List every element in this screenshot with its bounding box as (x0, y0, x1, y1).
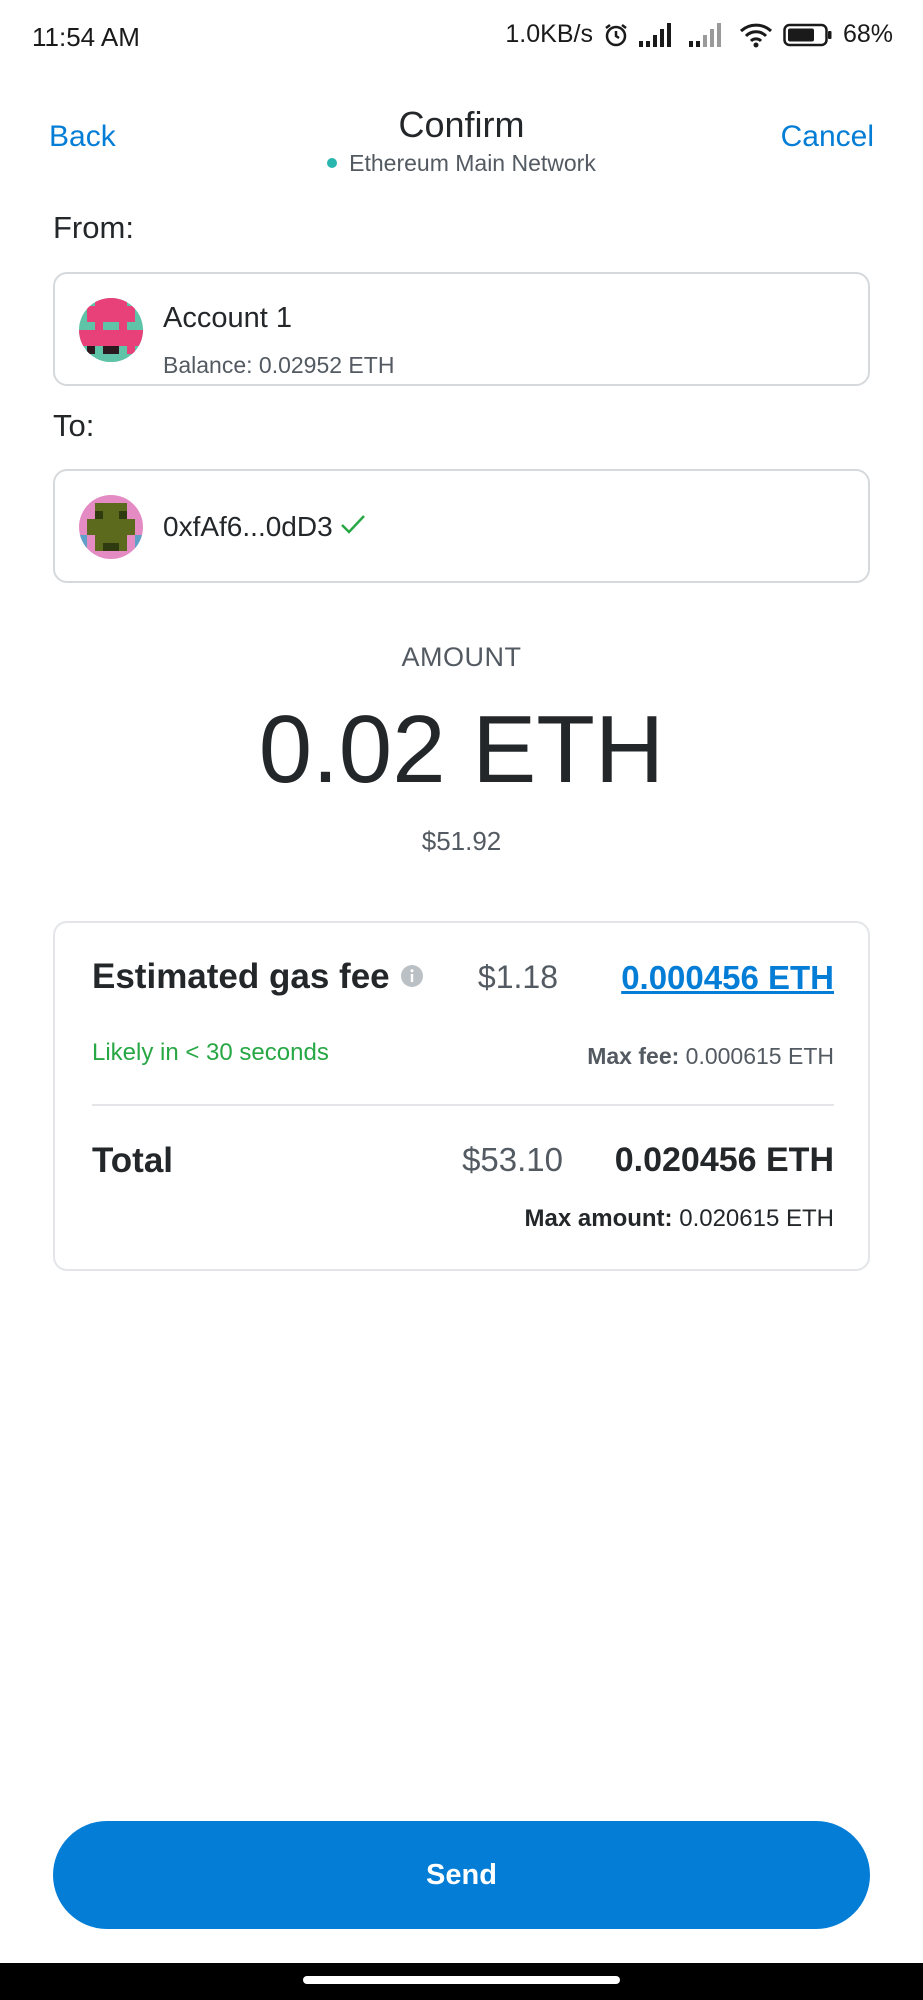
to-address-row: 0xfAf6...0dD3 (163, 511, 367, 543)
amount-fiat: $51.92 (421, 826, 502, 856)
max-fee-label: Max fee: (587, 1043, 680, 1069)
system-navigation-bar (0, 1963, 923, 2000)
network-speed: 1.0KB/s (505, 20, 593, 48)
checkmark-icon (339, 511, 367, 543)
max-amount-value: 0.020615 ETH (679, 1205, 834, 1232)
amount-label: AMOUNT (401, 642, 522, 672)
from-account-card[interactable]: Account 1 Balance: 0.02952 ETH (53, 272, 870, 386)
fee-summary-card: Estimated gas fee $1.18 0.000456 ETH Lik… (53, 921, 870, 1271)
gas-fee-title: Estimated gas fee (92, 957, 390, 996)
signal-strength-secondary-icon (688, 22, 729, 47)
home-gesture-handle[interactable] (303, 1976, 620, 1984)
gas-fee-eth-link[interactable]: 0.000456 ETH (621, 959, 834, 997)
battery-icon (783, 22, 833, 48)
amount-value: 0.02 ETH (258, 696, 665, 803)
send-button[interactable]: Send (53, 1821, 870, 1929)
from-account-name: Account 1 (163, 302, 292, 334)
network-indicator: Ethereum Main Network (0, 150, 923, 177)
divider (92, 1104, 834, 1106)
from-label: From: (53, 210, 134, 245)
estimated-gas-fee-label: Estimated gas fee (92, 957, 424, 997)
status-icons: 1.0KB/s 68% (505, 20, 893, 49)
status-bar: 11:54 AM 1.0KB/s 68% (0, 0, 923, 78)
fee-timing-estimate: Likely in < 30 seconds (92, 1039, 329, 1066)
max-fee-value: 0.000615 ETH (685, 1043, 834, 1069)
max-amount: Max amount: 0.020615 ETH (525, 1205, 834, 1233)
to-account-card[interactable]: 0xfAf6...0dD3 (53, 469, 870, 583)
signal-strength-icon (638, 22, 679, 47)
max-fee: Max fee: 0.000615 ETH (587, 1043, 834, 1070)
from-account-balance: Balance: 0.02952 ETH (163, 352, 395, 378)
total-label: Total (92, 1141, 174, 1180)
to-account-avatar (79, 495, 143, 559)
to-label: To: (53, 408, 95, 443)
wifi-icon (739, 22, 773, 48)
network-status-dot (327, 157, 338, 168)
battery-percent: 68% (842, 20, 893, 48)
max-amount-label: Max amount: (524, 1205, 673, 1232)
total-fiat: $53.10 (462, 1141, 563, 1178)
alarm-icon (603, 22, 629, 48)
info-icon[interactable] (400, 957, 424, 997)
network-name: Ethereum Main Network (349, 150, 596, 176)
to-address: 0xfAf6...0dD3 (163, 511, 333, 542)
cancel-button[interactable]: Cancel (781, 120, 874, 154)
from-account-avatar (79, 298, 143, 362)
total-eth: 0.020456 ETH (614, 1141, 834, 1179)
status-time: 11:54 AM (32, 22, 140, 52)
header: Back Confirm Ethereum Main Network Cance… (0, 96, 923, 186)
gas-fee-fiat: $1.18 (477, 959, 558, 995)
